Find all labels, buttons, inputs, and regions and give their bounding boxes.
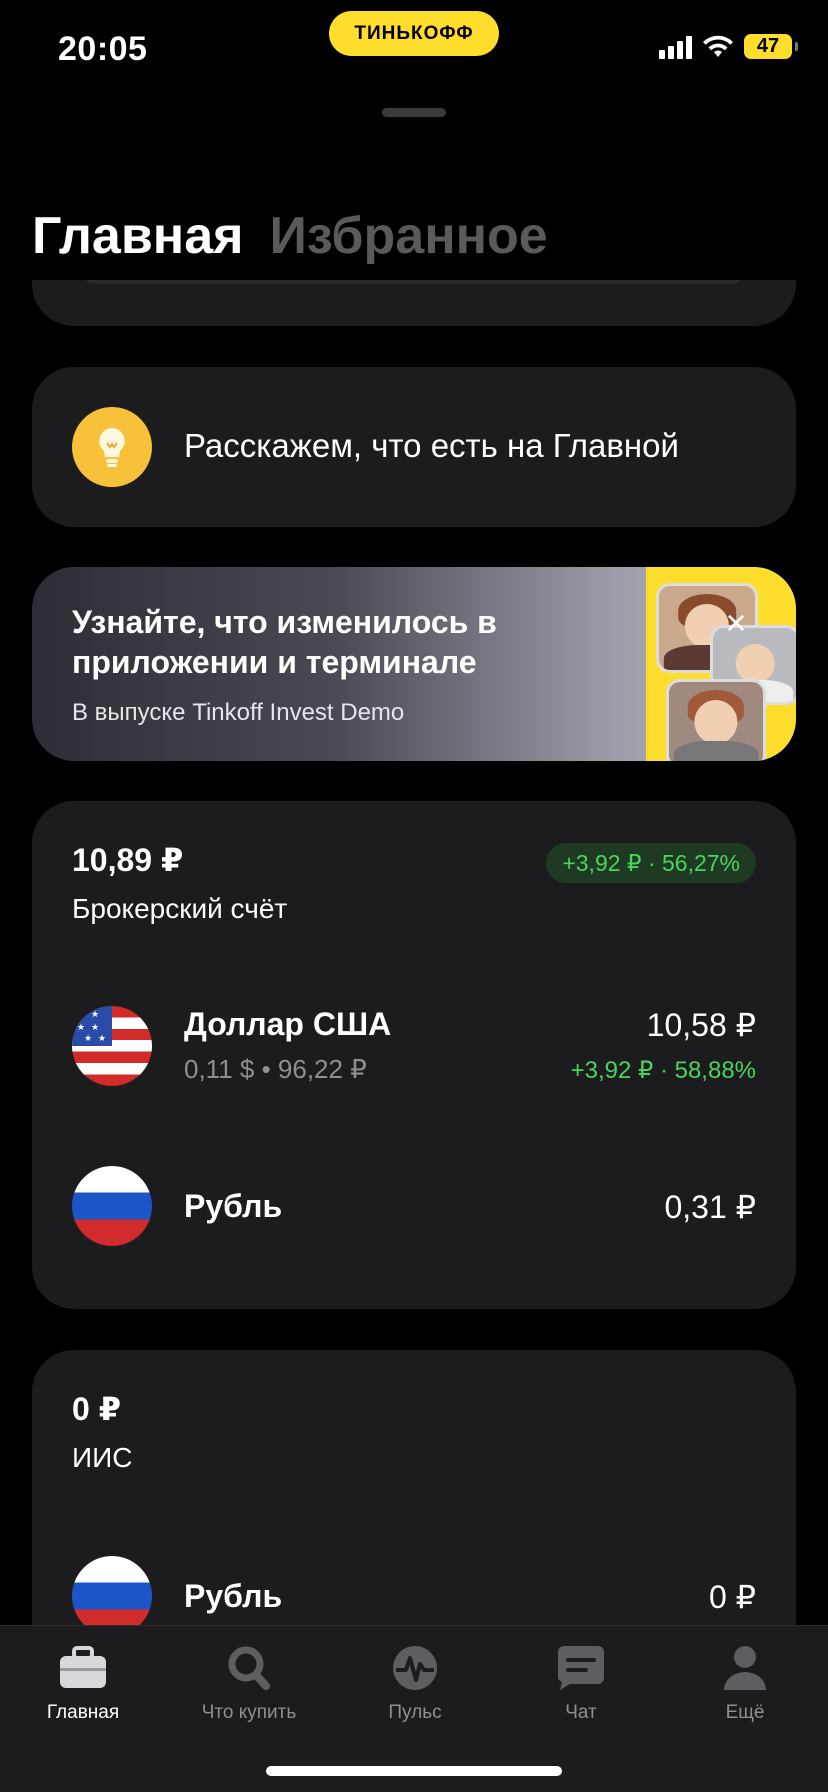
brokerage-account-card[interactable]: 10,89 ₽ Брокерский счёт +3,92 ₽ · 56,27%… [32,801,796,1309]
header-tabs: Главная Избранное [32,206,548,266]
tab-favorites[interactable]: Избранное [269,206,547,266]
account-change-badge: +3,92 ₽ · 56,27% [546,843,756,883]
cellular-signal-icon [659,35,692,59]
chat-icon [558,1646,604,1690]
wifi-icon [703,35,733,57]
briefcase-icon [60,1646,106,1688]
brand-logo: ТИНЬКОФФ [329,11,499,56]
search-icon [228,1646,270,1690]
position-value: 0 ₽ [708,1579,756,1615]
tabbar-item-home[interactable]: Главная [0,1644,166,1724]
position-row-usd[interactable]: ★ ★ ★ ★ ★ ★ Доллар США 0,11 $ • 96,22 ₽ 10,58… [72,1006,756,1086]
tip-card[interactable]: Расскажем, что есть на Главной [32,367,796,527]
position-title: Рубль [184,1578,283,1614]
tabbar-label: Ещё [725,1702,765,1723]
position-value: 10,58 ₽ [646,1007,756,1043]
account-balance: 10,89 ₽ [72,842,184,878]
presenter-photo [666,679,766,761]
promo-subtitle: В выпуске Tinkoff Invest Demo [72,699,405,726]
tabbar-label: Что купить [201,1702,297,1723]
position-value: 0,31 ₽ [664,1189,756,1225]
promo-banner[interactable]: Узнайте, что изменилось в приложении и т… [32,567,796,761]
account-balance: 0 ₽ [72,1391,121,1427]
close-icon[interactable]: × [718,605,754,641]
tabbar-item-chat[interactable]: Чат [498,1644,664,1724]
status-indicators: 47 [659,34,798,59]
tabbar-item-more[interactable]: Ещё [662,1644,828,1724]
tabbar-label: Главная [46,1702,120,1723]
lightbulb-icon [72,407,152,487]
home-indicator[interactable] [266,1766,562,1776]
tabbar-item-pulse[interactable]: Пульс [332,1644,498,1724]
position-title: Доллар США [184,1006,392,1042]
battery-indicator: 47 [744,34,798,59]
ru-flag-icon [72,1556,152,1636]
status-bar: 20:05 ТИНЬКОФФ 47 [0,0,828,100]
sheet-grabber[interactable] [382,108,446,117]
tabbar-label: Пульс [388,1702,442,1723]
account-name: Брокерский счёт [72,893,288,924]
tabbar-label: Чат [565,1702,597,1723]
profile-icon [724,1646,766,1690]
position-title: Рубль [184,1188,283,1224]
position-subtitle: 0,11 $ • 96,22 ₽ [184,1054,367,1084]
tabbar-item-what-to-buy[interactable]: Что купить [166,1644,332,1724]
position-change: +3,92 ₽ · 58,88% [570,1057,756,1084]
position-row-rub[interactable]: Рубль 0 ₽ [72,1556,756,1636]
status-time: 20:05 [58,30,148,68]
ru-flag-icon [72,1166,152,1246]
promo-title: Узнайте, что изменилось в приложении и т… [72,604,497,680]
promo-image [646,567,796,761]
account-name: ИИС [72,1442,133,1473]
tip-text: Расскажем, что есть на Главной [184,427,679,464]
us-flag-icon: ★ ★ ★ ★ ★ ★ [72,1006,152,1086]
tab-home[interactable]: Главная [32,206,243,266]
position-row-rub[interactable]: Рубль 0,31 ₽ [72,1166,756,1246]
pulse-icon [393,1646,437,1690]
